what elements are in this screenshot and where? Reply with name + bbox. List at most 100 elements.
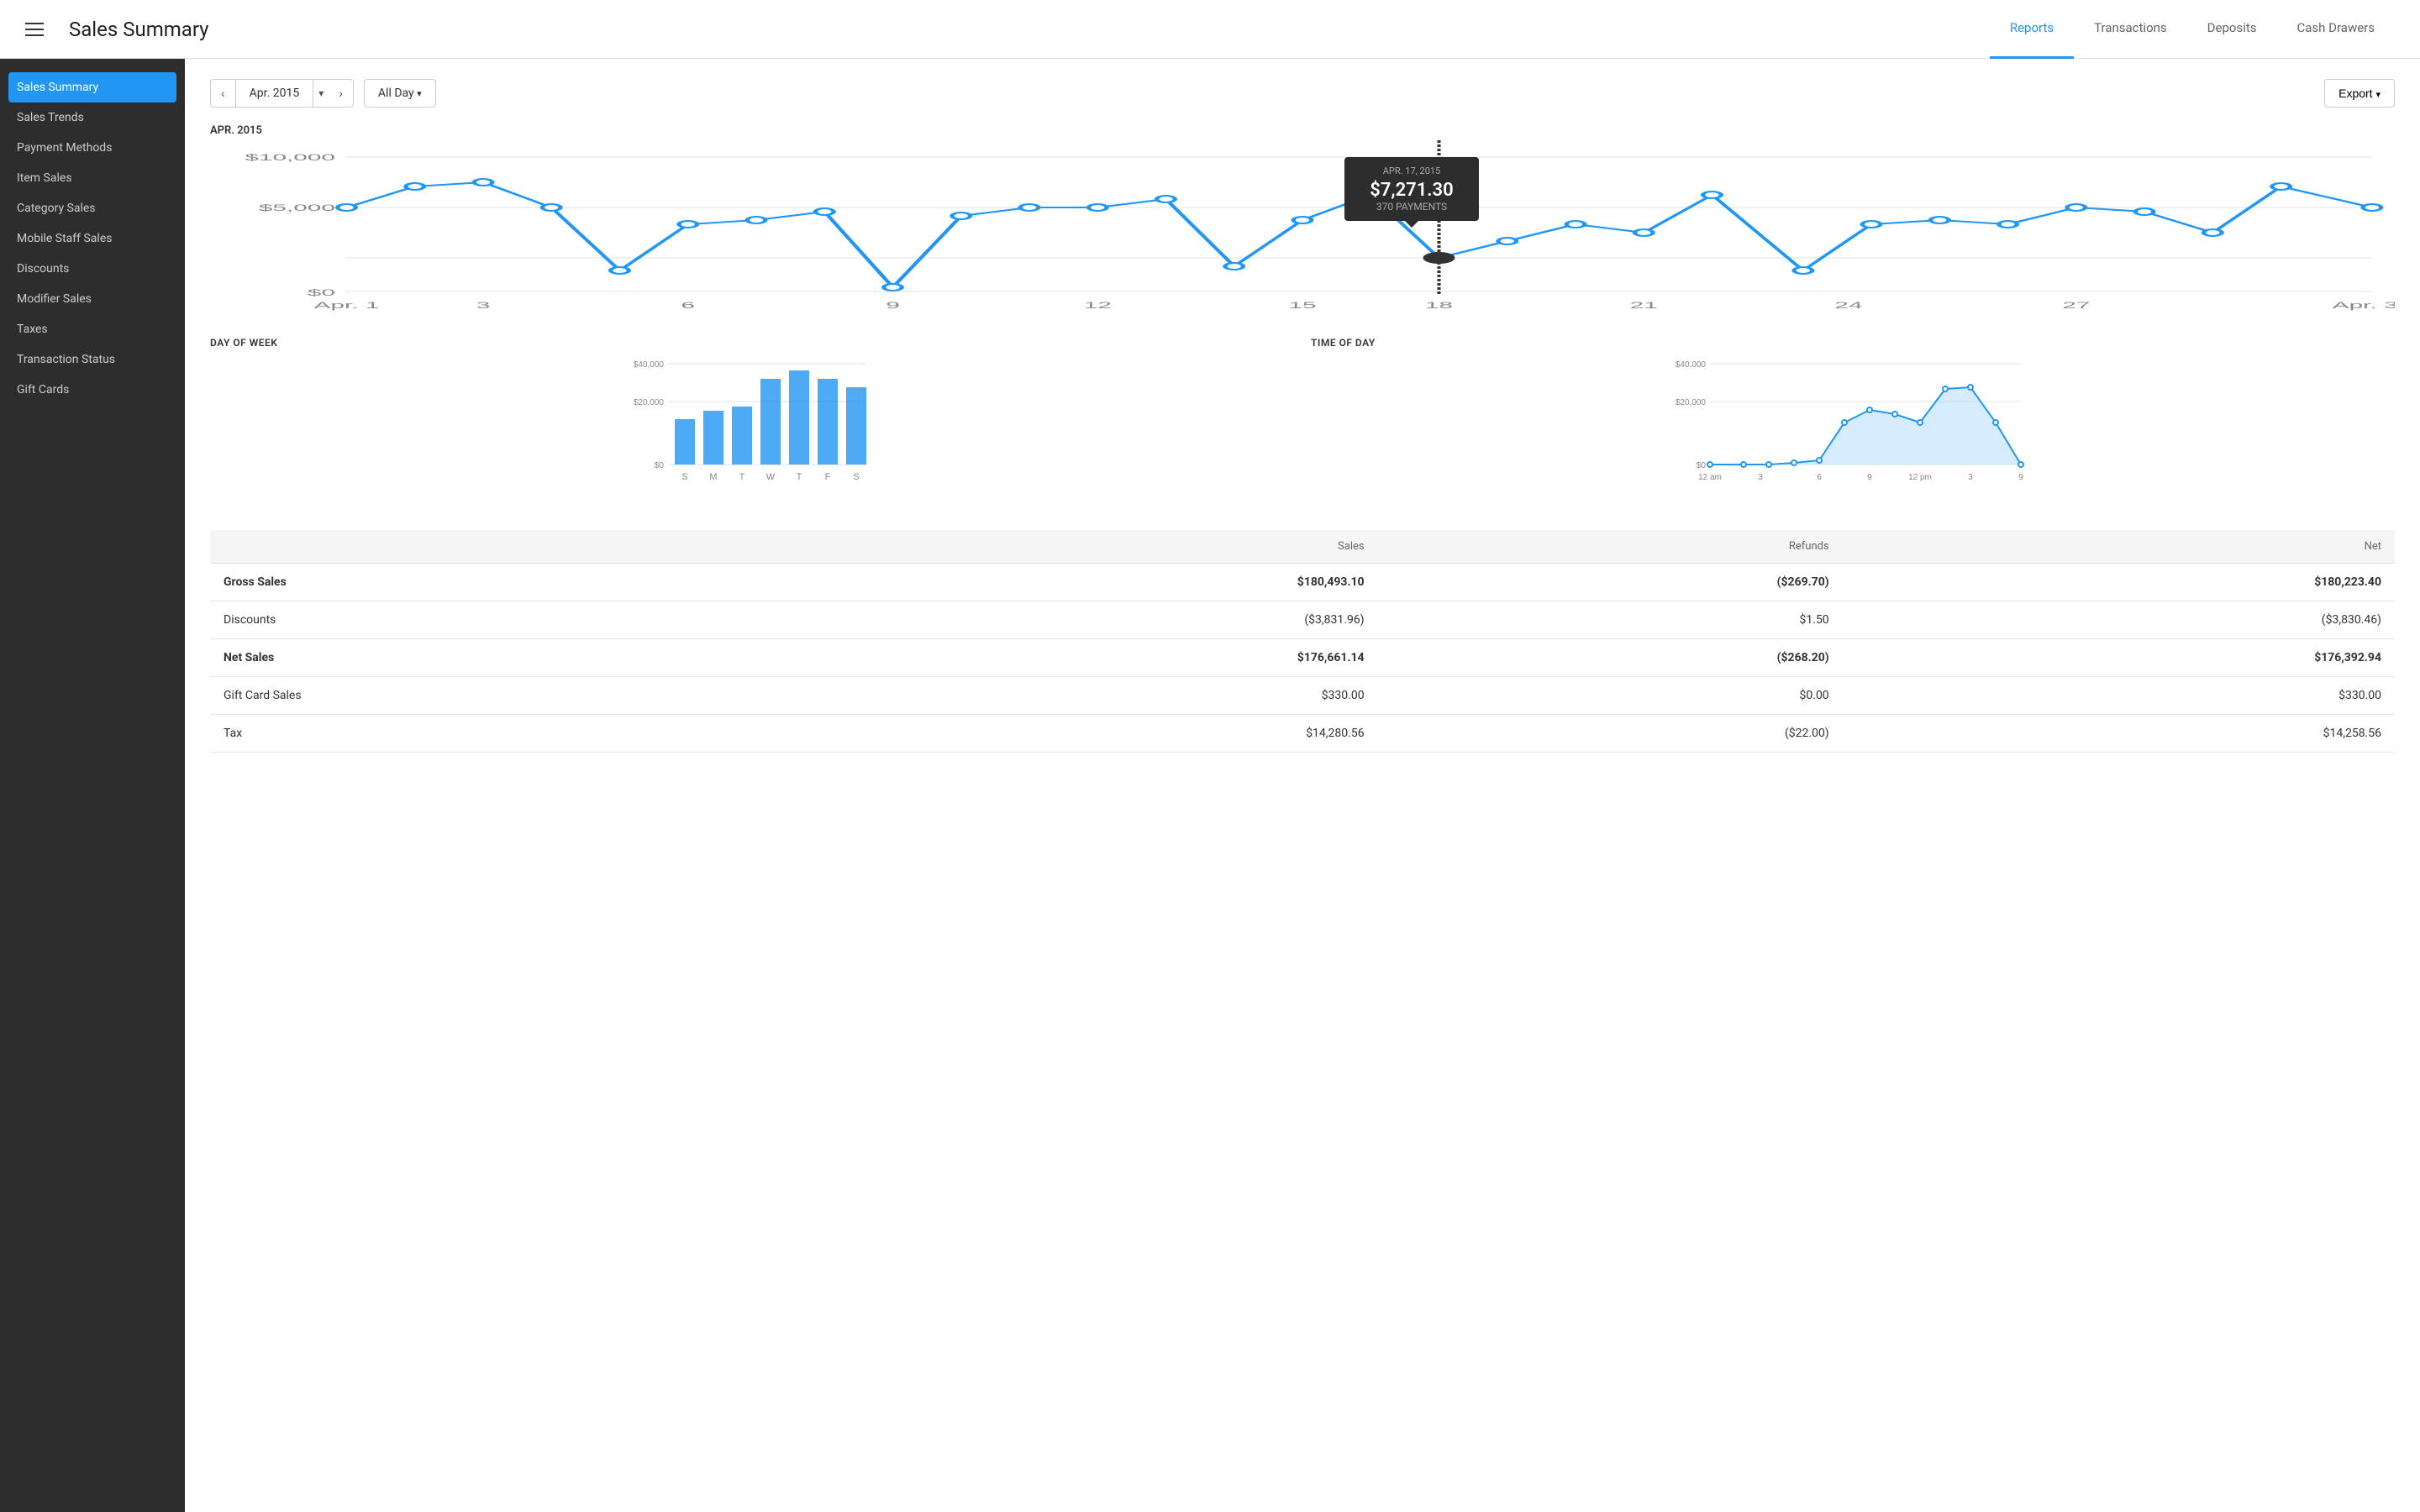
svg-text:12 am: 12 am xyxy=(1698,473,1722,482)
tab-transactions[interactable]: Transactions xyxy=(2074,0,2187,59)
content-area: ‹ Apr. 2015 ▾ › All Day ▾ Export ▾ APR. … xyxy=(185,59,2420,1512)
sidebar-item-sales-trends[interactable]: Sales Trends xyxy=(0,102,185,133)
svg-text:S: S xyxy=(681,472,687,482)
svg-text:9: 9 xyxy=(886,300,900,310)
svg-text:M: M xyxy=(709,472,717,482)
time-chart-svg: $40,000 $20,000 $0 xyxy=(1311,355,2395,507)
row-label: Tax xyxy=(210,715,825,753)
row-refunds: ($269.70) xyxy=(1378,564,1843,601)
svg-text:S: S xyxy=(853,472,859,482)
svg-text:T: T xyxy=(739,472,745,482)
col-header-refunds: Refunds xyxy=(1378,530,1843,564)
row-label: Net Sales xyxy=(210,639,825,677)
row-refunds: ($22.00) xyxy=(1378,715,1843,753)
col-header-sales: Sales xyxy=(825,530,1377,564)
svg-text:12 pm: 12 pm xyxy=(1908,473,1932,482)
table-row: Net Sales $176,661.14 ($268.20) $176,392… xyxy=(210,639,2395,677)
svg-text:3: 3 xyxy=(476,300,491,310)
col-header-net: Net xyxy=(1843,530,2395,564)
svg-text:6: 6 xyxy=(1817,473,1822,482)
svg-text:3: 3 xyxy=(1968,473,1973,482)
svg-text:T: T xyxy=(797,472,802,482)
row-sales: ($3,831.96) xyxy=(825,601,1377,639)
svg-text:Apr. 1: Apr. 1 xyxy=(314,300,380,310)
export-button[interactable]: Export ▾ xyxy=(2324,79,2395,108)
day-chart-svg: $40,000 $20,000 $0 S M T xyxy=(210,355,1294,507)
prev-date-button[interactable]: ‹ xyxy=(211,80,235,107)
table-row: Gross Sales $180,493.10 ($269.70) $180,2… xyxy=(210,564,2395,601)
sidebar-item-payment-methods[interactable]: Payment Methods xyxy=(0,133,185,163)
line-chart-section: APR. 2015 APR. 17, 2015 $7,271.30 370 PA… xyxy=(210,124,2395,328)
row-sales: $14,280.56 xyxy=(825,715,1377,753)
svg-text:Apr. 30: Apr. 30 xyxy=(2333,300,2395,310)
sidebar-item-transaction-status[interactable]: Transaction Status xyxy=(0,344,185,375)
row-refunds: $1.50 xyxy=(1378,601,1843,639)
svg-text:$0: $0 xyxy=(308,287,335,297)
svg-text:$40,000: $40,000 xyxy=(634,360,665,370)
row-refunds: $0.00 xyxy=(1378,677,1843,715)
sidebar-item-modifier-sales[interactable]: Modifier Sales xyxy=(0,284,185,314)
svg-text:$10,000: $10,000 xyxy=(245,152,335,162)
chart-month-label: APR. 2015 xyxy=(210,124,2395,137)
time-filter-dropdown[interactable]: All Day ▾ xyxy=(364,79,436,108)
svg-text:15: 15 xyxy=(1288,300,1316,310)
sidebar: Sales Summary Sales Trends Payment Metho… xyxy=(0,59,185,1512)
toolbar: ‹ Apr. 2015 ▾ › All Day ▾ Export ▾ xyxy=(210,79,2395,108)
svg-text:$20,000: $20,000 xyxy=(634,398,665,407)
svg-text:18: 18 xyxy=(1425,300,1453,310)
sidebar-item-item-sales[interactable]: Item Sales xyxy=(0,163,185,193)
line-chart-svg: $10,000 $5,000 $0 xyxy=(210,140,2395,325)
svg-text:27: 27 xyxy=(2062,300,2090,310)
row-net: $330.00 xyxy=(1843,677,2395,715)
svg-text:$40,000: $40,000 xyxy=(1676,360,1707,370)
row-net: $180,223.40 xyxy=(1843,564,2395,601)
sidebar-item-category-sales[interactable]: Category Sales xyxy=(0,193,185,223)
day-chart-title: DAY OF WEEK xyxy=(210,337,1294,349)
svg-text:12: 12 xyxy=(1084,300,1112,310)
svg-text:24: 24 xyxy=(1834,300,1862,310)
row-sales: $180,493.10 xyxy=(825,564,1377,601)
summary-table: Sales Refunds Net Gross Sales $180,493.1… xyxy=(210,530,2395,753)
row-sales: $330.00 xyxy=(825,677,1377,715)
hamburger-menu[interactable] xyxy=(25,23,44,36)
day-of-week-chart: DAY OF WEEK $40,000 $20,000 $0 xyxy=(210,337,1294,510)
time-of-day-chart: TIME OF DAY $40,000 $20,000 $0 xyxy=(1311,337,2395,510)
svg-text:$0: $0 xyxy=(1697,461,1707,470)
small-charts-row: DAY OF WEEK $40,000 $20,000 $0 xyxy=(210,337,2395,510)
svg-text:W: W xyxy=(766,472,776,482)
time-chart-title: TIME OF DAY xyxy=(1311,337,2395,349)
sidebar-item-gift-cards[interactable]: Gift Cards xyxy=(0,375,185,405)
svg-text:9: 9 xyxy=(1867,473,1872,482)
page-title: Sales Summary xyxy=(69,18,1990,41)
row-net: $176,392.94 xyxy=(1843,639,2395,677)
row-label: Discounts xyxy=(210,601,825,639)
row-label: Gift Card Sales xyxy=(210,677,825,715)
svg-text:$20,000: $20,000 xyxy=(1676,398,1707,407)
tab-cash-drawers[interactable]: Cash Drawers xyxy=(2277,0,2396,59)
date-navigator: ‹ Apr. 2015 ▾ › xyxy=(210,79,354,108)
svg-text:$5,000: $5,000 xyxy=(259,202,335,213)
sidebar-item-mobile-staff-sales[interactable]: Mobile Staff Sales xyxy=(0,223,185,254)
table-row: Discounts ($3,831.96) $1.50 ($3,830.46) xyxy=(210,601,2395,639)
row-sales: $176,661.14 xyxy=(825,639,1377,677)
tab-deposits[interactable]: Deposits xyxy=(2187,0,2277,59)
col-header-label xyxy=(210,530,825,564)
date-label[interactable]: Apr. 2015 xyxy=(235,80,314,107)
tab-reports[interactable]: Reports xyxy=(1990,0,2074,59)
top-nav-tabs: Reports Transactions Deposits Cash Drawe… xyxy=(1990,0,2395,59)
svg-text:$0: $0 xyxy=(655,461,665,470)
table-row: Tax $14,280.56 ($22.00) $14,258.56 xyxy=(210,715,2395,753)
sidebar-item-taxes[interactable]: Taxes xyxy=(0,314,185,344)
next-date-button[interactable]: › xyxy=(329,80,353,107)
sidebar-item-sales-summary[interactable]: Sales Summary xyxy=(8,72,176,102)
svg-text:21: 21 xyxy=(1630,300,1658,310)
sidebar-item-discounts[interactable]: Discounts xyxy=(0,254,185,284)
table-row: Gift Card Sales $330.00 $0.00 $330.00 xyxy=(210,677,2395,715)
row-refunds: ($268.20) xyxy=(1378,639,1843,677)
svg-text:6: 6 xyxy=(681,300,695,310)
row-label: Gross Sales xyxy=(210,564,825,601)
main-layout: Sales Summary Sales Trends Payment Metho… xyxy=(0,59,2420,1512)
svg-text:3: 3 xyxy=(1758,473,1763,482)
svg-text:9: 9 xyxy=(2018,473,2023,482)
row-net: ($3,830.46) xyxy=(1843,601,2395,639)
